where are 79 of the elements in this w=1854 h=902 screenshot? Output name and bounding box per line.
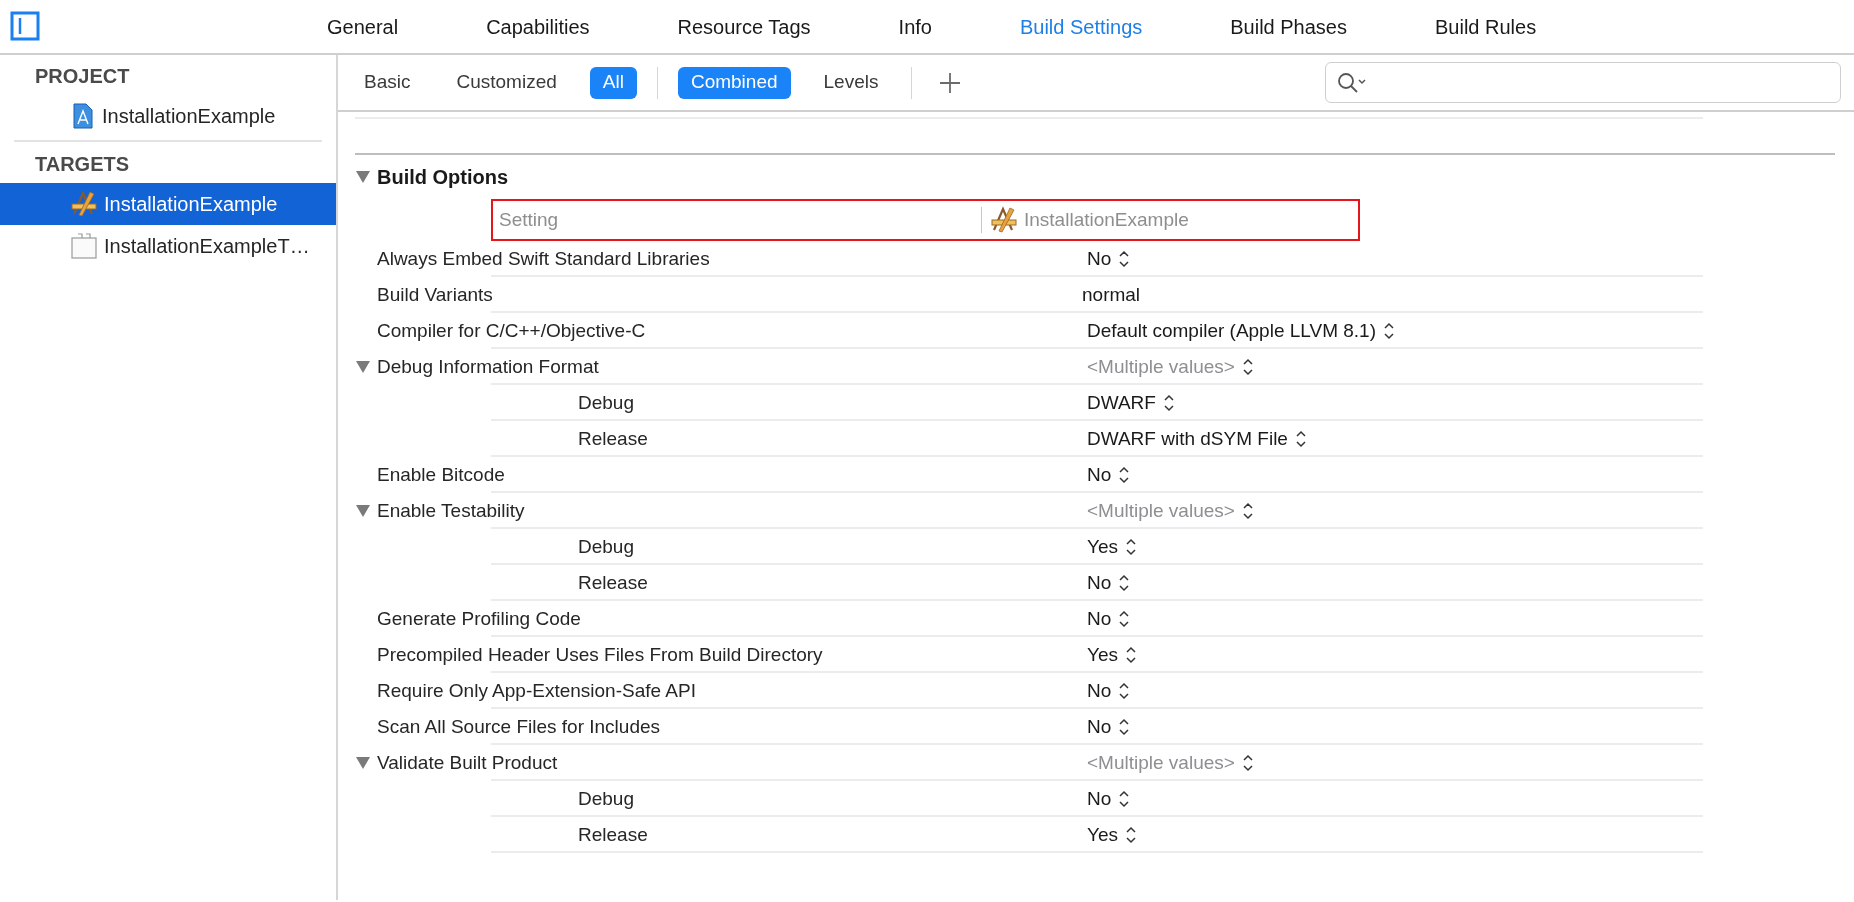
sidebar-toggle-icon[interactable] — [10, 11, 40, 41]
search-field[interactable] — [1325, 62, 1841, 103]
value-popup[interactable]: DWARF — [1087, 388, 1176, 418]
box-icon — [70, 232, 98, 260]
setting-name: Enable Testability — [377, 499, 525, 521]
setting-name: Build Variants — [377, 283, 493, 305]
setting-name: Generate Profiling Code — [377, 607, 581, 629]
stepper-icon — [1124, 645, 1138, 665]
setting-name: Precompiled Header Uses Files From Build Directory — [377, 643, 823, 665]
add-icon[interactable] — [938, 70, 963, 95]
setting-name: Always Embed Swift Standard Libraries — [377, 247, 710, 269]
setting-name: Enable Bitcode — [377, 463, 505, 485]
stepper-icon — [1117, 609, 1132, 629]
value-popup[interactable]: No — [1087, 604, 1132, 634]
setting-name: Release — [578, 571, 648, 593]
tab[interactable]: Build Phases — [1186, 12, 1391, 41]
value-popup[interactable]: No — [1087, 784, 1132, 814]
tab[interactable]: Build Settings — [975, 12, 1187, 41]
stepper-icon — [1117, 249, 1132, 269]
stepper-icon — [1117, 465, 1132, 485]
stepper-icon — [1161, 393, 1176, 413]
setting-name: Release — [578, 427, 648, 449]
stepper-icon — [1117, 717, 1132, 737]
stepper-icon — [1117, 681, 1132, 701]
search-icon — [1336, 70, 1368, 95]
sidebar-item[interactable]: InstallationExample — [0, 95, 336, 137]
setting-name: Debug — [578, 391, 634, 413]
stepper-icon — [1117, 789, 1132, 809]
setting-name: Debug — [578, 787, 634, 809]
filter-button[interactable]: Customized — [443, 66, 570, 99]
sidebar-item[interactable]: InstallationExampleT… — [0, 225, 336, 267]
setting-name: Require Only App-Extension-Safe API — [377, 679, 696, 701]
ruler-pencil-icon — [70, 190, 98, 218]
filter-button[interactable]: Levels — [810, 66, 892, 99]
filter-button[interactable]: All — [589, 66, 637, 99]
value-popup[interactable]: No — [1087, 712, 1132, 742]
stepper-icon — [1240, 501, 1255, 521]
sidebar-item[interactable]: InstallationExample — [0, 183, 336, 225]
column-header-label: Setting — [498, 207, 560, 232]
stepper-icon — [1117, 573, 1132, 593]
sidebar-section-title: TARGETS — [34, 152, 131, 177]
setting-name: Debug Information Format — [377, 355, 599, 377]
section-title: Build Options — [377, 165, 509, 190]
stepper-icon — [1124, 537, 1138, 557]
setting-name: Debug — [578, 535, 634, 557]
value-popup[interactable]: No — [1087, 568, 1132, 598]
setting-name: Scan All Source Files for Includes — [377, 715, 661, 737]
value-popup[interactable]: Yes — [1087, 820, 1138, 850]
disclosure-triangle-icon[interactable] — [355, 169, 371, 185]
filter-button[interactable]: Basic — [351, 66, 424, 99]
setting-name: Release — [578, 823, 648, 845]
stepper-icon — [1240, 753, 1255, 773]
stepper-icon — [1293, 429, 1308, 449]
tab[interactable]: Info — [854, 12, 976, 41]
sidebar-section-title: PROJECT — [34, 64, 131, 89]
ruler-pencil-icon — [990, 206, 1018, 234]
tab[interactable]: General — [283, 12, 443, 41]
value-popup[interactable]: Yes — [1087, 532, 1138, 562]
disclosure-triangle-icon[interactable] — [355, 503, 371, 519]
setting-name: Compiler for C/C++/Objective-C — [377, 319, 646, 341]
tab[interactable]: Capabilities — [442, 12, 634, 41]
filter-button[interactable]: Combined — [677, 66, 791, 99]
stepper-icon — [1124, 825, 1138, 845]
value-popup[interactable]: DWARF with dSYM File — [1087, 424, 1308, 454]
column-header-label: InstallationExample — [1024, 207, 1189, 232]
tab[interactable]: Build Rules — [1391, 12, 1581, 41]
value-popup[interactable]: No — [1087, 460, 1132, 490]
setting-name: Validate Built Product — [377, 751, 558, 773]
setting-value[interactable]: normal — [1082, 280, 1141, 310]
disclosure-triangle-icon[interactable] — [355, 755, 371, 771]
stepper-icon — [1382, 321, 1396, 341]
value-popup[interactable]: No — [1087, 244, 1132, 274]
tab[interactable]: Resource Tags — [633, 12, 855, 41]
value-popup[interactable]: No — [1087, 676, 1132, 706]
stepper-icon — [1240, 357, 1255, 377]
document-icon — [70, 102, 96, 130]
disclosure-triangle-icon[interactable] — [355, 359, 371, 375]
value-popup[interactable]: Yes — [1087, 640, 1138, 670]
value-popup[interactable]: Default compiler (Apple LLVM 8.1) — [1087, 316, 1396, 346]
